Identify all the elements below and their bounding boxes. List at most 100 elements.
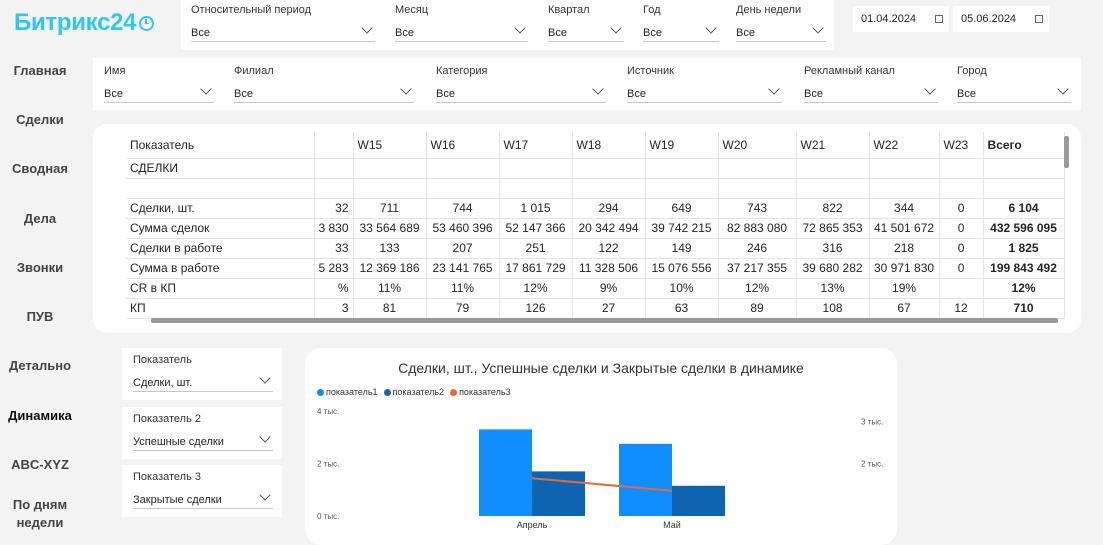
nav-dynamics[interactable]: Динамика — [0, 407, 80, 425]
nav-main[interactable]: Главная — [0, 62, 80, 80]
nav-detailed[interactable]: Детально — [0, 357, 80, 375]
measure1-dropdown[interactable]: Сделки, шт. — [133, 370, 273, 392]
horizontal-scrollbar[interactable] — [151, 318, 1058, 323]
value-cell: 207 — [426, 238, 500, 258]
value-cell: 23 141 765 — [426, 258, 500, 278]
nav-calls[interactable]: Звонки — [0, 259, 80, 277]
table-row: Сделки в работе 33 133 207 251 122 149 246 316 21… — [126, 238, 1065, 258]
calendar-icon[interactable] — [935, 15, 943, 23]
nav-tasks[interactable]: Дела — [0, 210, 80, 228]
table-row: КП 3 81 79 126 27 63 89 108 67 12 710 — [126, 298, 1065, 318]
chevron-down-icon — [259, 431, 271, 443]
spacer-row — [126, 178, 1065, 198]
value-cell: 0 — [939, 258, 984, 278]
value-cell: 19% — [869, 278, 940, 298]
value-cell: 3 — [314, 298, 354, 318]
measure1-selector[interactable]: Показатель Сделки, шт. — [133, 354, 273, 392]
value-cell: 52 147 366 — [499, 218, 573, 238]
chevron-down-icon — [592, 83, 604, 95]
date-from-input[interactable]: 01.04.2024 — [853, 6, 949, 32]
value-cell: 316 — [796, 238, 870, 258]
filter-source-dropdown[interactable]: Все — [627, 81, 782, 103]
chevron-down-icon — [400, 83, 412, 95]
value-cell: 0 — [939, 218, 984, 238]
column-header-total[interactable]: Всего — [983, 132, 1065, 158]
value-cell: 149 — [645, 238, 719, 258]
nav-summary[interactable]: Сводная — [0, 160, 80, 178]
date-to-input[interactable]: 05.06.2024 — [953, 6, 1049, 32]
value-cell: 122 — [572, 238, 646, 258]
bitrix24-logo: Битрикс24 — [14, 9, 155, 37]
nav-puv[interactable]: ПУВ — [0, 308, 80, 326]
column-header[interactable]: W18 — [572, 132, 646, 158]
column-header[interactable]: W20 — [718, 132, 797, 158]
filter-month-dropdown[interactable]: Все — [395, 20, 528, 42]
measure3-dropdown[interactable]: Закрытые сделки — [133, 487, 273, 509]
y-right-tick-label: 3 тыс. — [861, 418, 883, 427]
filter-category-dropdown[interactable]: Все — [436, 81, 606, 103]
value-cell: 108 — [796, 298, 870, 318]
measure2-dropdown[interactable]: Успешные сделки — [133, 429, 273, 451]
column-header[interactable]: W15 — [353, 132, 427, 158]
value-cell: 81 — [353, 298, 427, 318]
filter-source[interactable]: Источник Все — [627, 65, 782, 103]
nav-by-weekday[interactable]: По дням недели — [0, 496, 80, 532]
table-row: CR в КП% 11% 11% 12% 9% 10% 12% 13% 19% 12% — [126, 278, 1065, 298]
nav-abc-xyz[interactable]: ABC-XYZ — [0, 456, 80, 474]
filter-branch-dropdown[interactable]: Все — [234, 81, 414, 103]
measure2-selector[interactable]: Показатель 2 Успешные сделки — [133, 413, 273, 451]
column-header[interactable]: W19 — [645, 132, 719, 158]
value-cell: 12% — [499, 278, 573, 298]
filter-weekday[interactable]: День недели Все — [736, 4, 826, 42]
value-cell: 27 — [572, 298, 646, 318]
value-cell: 743 — [718, 198, 797, 218]
value-cell: 9% — [572, 278, 646, 298]
filter-name-dropdown[interactable]: Все — [104, 81, 214, 103]
column-header[interactable]: W22 — [869, 132, 940, 158]
value-cell: 32 — [314, 198, 354, 218]
filter-category[interactable]: Категория Все — [436, 65, 606, 103]
chevron-down-icon — [259, 489, 271, 501]
filter-year-dropdown[interactable]: Все — [643, 20, 719, 42]
row-label: Сумма сделок — [126, 218, 315, 238]
value-cell: 67 — [869, 298, 940, 318]
filter-relative-period-dropdown[interactable]: Все — [191, 20, 375, 42]
value-cell: 63 — [645, 298, 719, 318]
column-header[interactable]: Показатель — [126, 132, 315, 158]
total-cell: 710 — [983, 298, 1065, 318]
filter-branch[interactable]: Филиал Все — [234, 65, 414, 103]
filter-city[interactable]: Город Все — [957, 65, 1071, 103]
value-cell: 15 076 556 — [645, 258, 719, 278]
column-header[interactable]: W17 — [499, 132, 573, 158]
filter-quarter[interactable]: Квартал Все — [548, 4, 624, 42]
filter-weekday-dropdown[interactable]: Все — [736, 20, 826, 42]
value-cell: 12% — [718, 278, 797, 298]
chevron-down-icon — [514, 22, 526, 34]
value-cell: 72 865 353 — [796, 218, 870, 238]
column-header[interactable]: W23 — [939, 132, 984, 158]
filter-name[interactable]: Имя Все — [104, 65, 214, 103]
chevron-down-icon — [924, 83, 936, 95]
nav-deals[interactable]: Сделки — [0, 111, 80, 129]
value-cell: 37 217 355 — [718, 258, 797, 278]
filter-ad-channel-dropdown[interactable]: Все — [804, 81, 938, 103]
chevron-down-icon — [361, 22, 373, 34]
value-cell: 3 830 — [314, 218, 354, 238]
filter-quarter-dropdown[interactable]: Все — [548, 20, 624, 42]
bar-показатель1-Май — [619, 443, 672, 516]
column-header[interactable]: W16 — [426, 132, 500, 158]
filter-year[interactable]: Год Все — [643, 4, 719, 42]
filter-month[interactable]: Месяц Все — [395, 4, 528, 42]
measure3-selector[interactable]: Показатель 3 Закрытые сделки — [133, 471, 273, 509]
calendar-icon[interactable] — [1035, 15, 1043, 23]
column-header[interactable]: W21 — [796, 132, 870, 158]
value-cell: 41 501 672 — [869, 218, 940, 238]
value-cell: 1 015 — [499, 198, 573, 218]
value-cell: 17 861 729 — [499, 258, 573, 278]
value-cell: 10% — [645, 278, 719, 298]
filter-relative-period[interactable]: Относительный период Все — [191, 4, 375, 42]
value-cell: 0 — [939, 198, 984, 218]
filter-city-dropdown[interactable]: Все — [957, 81, 1071, 103]
filter-ad-channel[interactable]: Рекламный канал Все — [804, 65, 938, 103]
vertical-scrollbar[interactable] — [1064, 136, 1069, 168]
